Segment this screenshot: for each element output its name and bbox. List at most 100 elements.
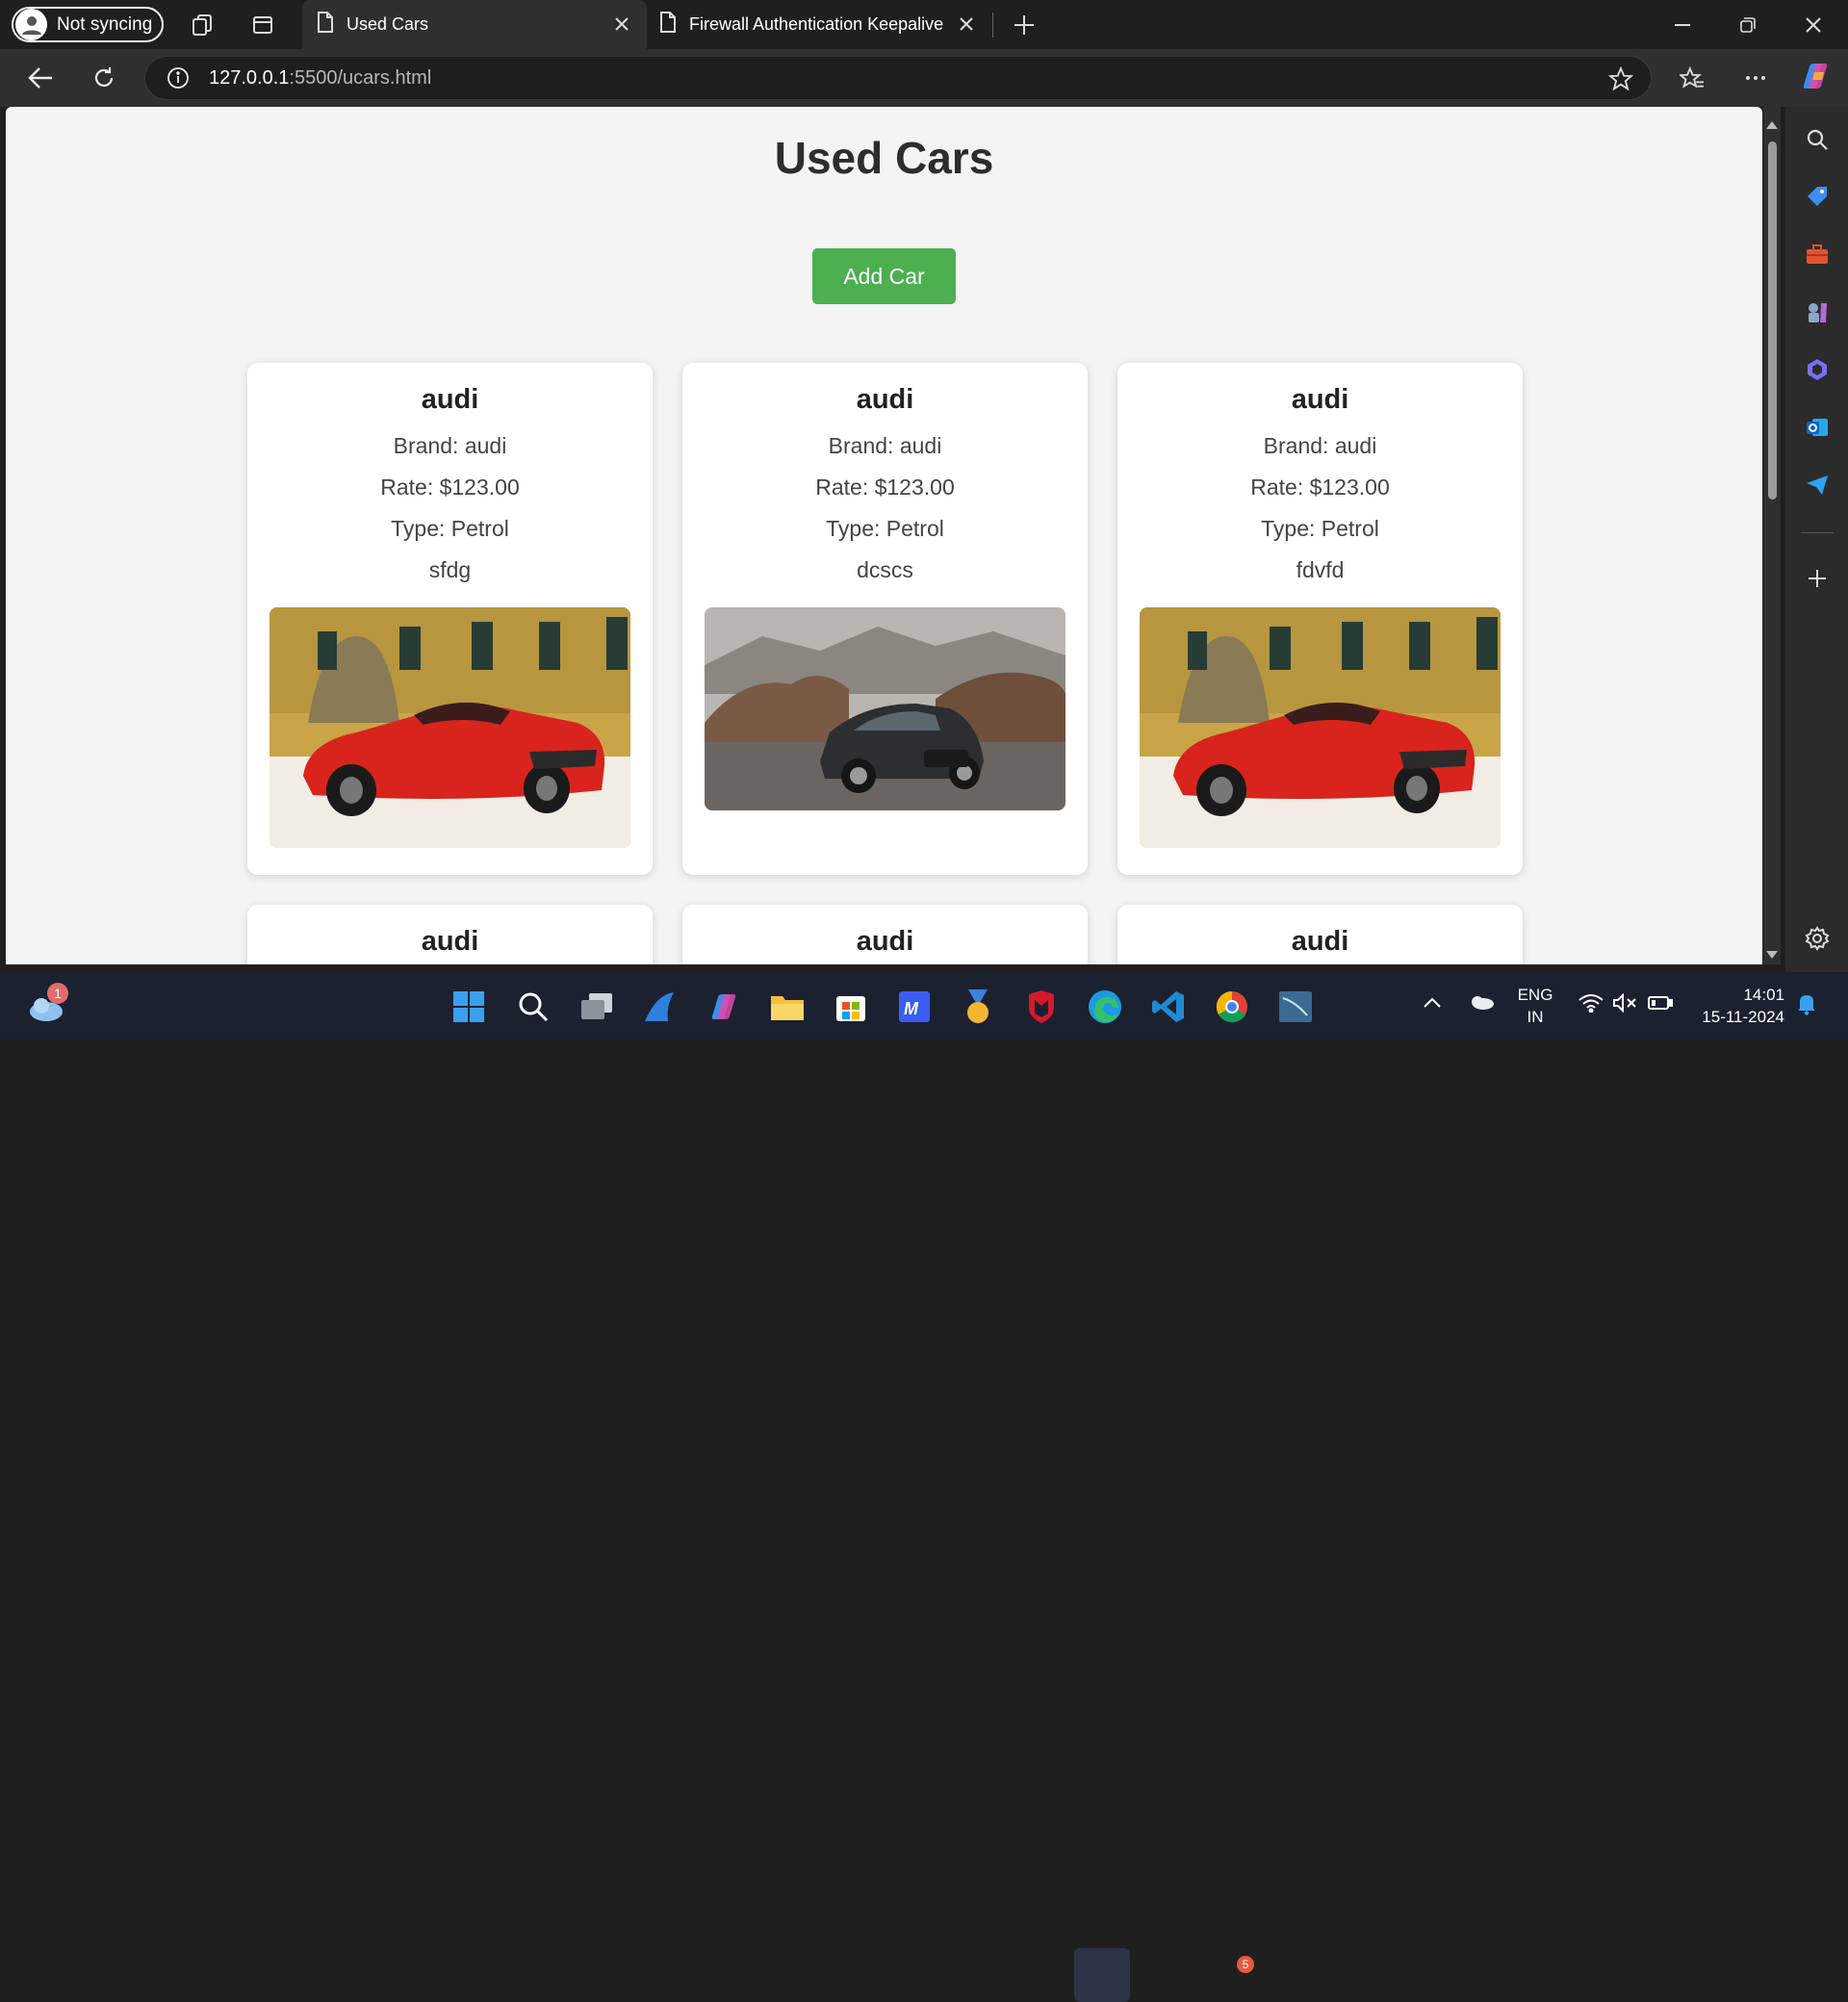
svg-text:M: M: [904, 999, 919, 1018]
shopping-tag-icon[interactable]: [1801, 180, 1834, 213]
tab-used-cars[interactable]: Used Cars: [302, 0, 647, 49]
minimize-icon[interactable]: [1650, 0, 1715, 49]
taskbar-search-icon[interactable]: [512, 986, 554, 1028]
scrollbar-thumb[interactable]: [1768, 141, 1777, 500]
language-code: ENG: [1517, 986, 1553, 1004]
edge-browser-icon[interactable]: [1084, 986, 1126, 1028]
car-name: audi: [421, 384, 479, 415]
tab-divider: [992, 13, 993, 38]
address-bar[interactable]: 127.0.0.1:5500/ucars.html: [144, 56, 1652, 100]
add-sidebar-app-icon[interactable]: [1801, 562, 1834, 595]
microsoft-store-icon[interactable]: [830, 986, 872, 1028]
games-icon[interactable]: [1801, 295, 1834, 328]
tab-title: Used Cars: [346, 14, 429, 34]
back-arrow-icon[interactable]: [21, 59, 60, 97]
car-type: Type: Petrol: [826, 516, 944, 541]
battery-icon[interactable]: [1648, 995, 1673, 1015]
info-icon[interactable]: [167, 66, 190, 90]
new-tab-icon[interactable]: [1009, 10, 1040, 40]
page-icon: [316, 11, 335, 38]
navigation-bar: 127.0.0.1:5500/ucars.html: [0, 49, 1848, 107]
app-shark-icon[interactable]: [639, 986, 681, 1028]
copilot-sidebar-icon[interactable]: [1801, 353, 1834, 386]
car-rate: Rate: $123.00: [380, 475, 520, 500]
browser-title-bar: Not syncing Used Cars Firewall Authentic…: [0, 0, 1848, 49]
edge-sidebar: [1785, 107, 1848, 972]
notification-bell-icon[interactable]: [1796, 992, 1817, 1020]
chrome-icon[interactable]: [1211, 986, 1253, 1028]
outlook-icon[interactable]: [1801, 411, 1834, 444]
windows-taskbar: 1 M 5 ENG IN 14:01 15-11-2024: [0, 972, 1848, 2002]
car-description: sfdg: [428, 557, 472, 582]
page-scrollbar[interactable]: [1763, 107, 1781, 964]
clock-time: 14:01: [1743, 986, 1784, 1004]
toolbox-icon[interactable]: [1801, 238, 1834, 270]
page-viewport: Used Cars Add Car audi Brand: audi Rate:…: [6, 107, 1762, 964]
active-app-highlight: [1074, 1948, 1130, 2002]
settings-gear-icon[interactable]: [1801, 922, 1834, 955]
search-icon[interactable]: [1801, 123, 1834, 156]
tab-title: Firewall Authentication Keepalive: [689, 14, 944, 34]
medal-app-icon[interactable]: [957, 986, 999, 1028]
car-name: audi: [421, 926, 479, 957]
clock[interactable]: 14:01 15-11-2024: [1688, 984, 1784, 1028]
close-tab-icon[interactable]: [610, 13, 633, 36]
profile-button[interactable]: Not syncing: [12, 7, 164, 42]
copilot-taskbar-icon[interactable]: [703, 986, 745, 1028]
car-card[interactable]: audi: [1117, 905, 1523, 964]
favorite-star-icon[interactable]: [1607, 65, 1634, 96]
scroll-down-icon[interactable]: [1766, 946, 1778, 963]
car-card[interactable]: audi Brand: audi Rate: $123.00 Type: Pet…: [1117, 363, 1523, 875]
url-text[interactable]: 127.0.0.1:5500/ucars.html: [209, 67, 431, 90]
task-view-icon[interactable]: [576, 986, 618, 1028]
mcafee-icon[interactable]: [1020, 986, 1063, 1028]
more-options-icon[interactable]: [1736, 59, 1775, 97]
chrome-badge: 5: [1237, 1956, 1254, 1973]
wifi-icon[interactable]: [1578, 993, 1604, 1017]
refresh-icon[interactable]: [85, 59, 123, 97]
show-hidden-icons-chevron-icon[interactable]: [1424, 995, 1441, 1013]
scroll-up-icon[interactable]: [1766, 116, 1778, 134]
car-image: [1140, 607, 1501, 848]
copilot-icon[interactable]: [1796, 57, 1835, 95]
profile-label: Not syncing: [57, 13, 153, 35]
add-car-button[interactable]: Add Car: [812, 248, 956, 304]
car-card[interactable]: audi Brand: audi Rate: $123.00 Type: Pet…: [247, 363, 653, 875]
onedrive-cloud-icon[interactable]: [1468, 993, 1495, 1015]
file-explorer-icon[interactable]: [766, 986, 808, 1028]
clock-date: 15-11-2024: [1702, 1008, 1784, 1026]
car-name: audi: [856, 926, 914, 957]
vscode-icon[interactable]: [1147, 986, 1190, 1028]
car-name: audi: [856, 384, 914, 415]
avatar: [15, 9, 47, 40]
start-windows-icon[interactable]: [448, 986, 490, 1028]
sidebar-divider: [1801, 532, 1834, 533]
page-title: Used Cars: [774, 133, 994, 183]
car-description: fdvfd: [1296, 557, 1345, 582]
region-code: IN: [1527, 1008, 1544, 1026]
tab-firewall[interactable]: Firewall Authentication Keepalive: [649, 0, 989, 49]
car-name: audi: [1291, 926, 1349, 957]
language-indicator[interactable]: ENG IN: [1513, 984, 1557, 1028]
page-icon: [658, 11, 678, 38]
speaker-muted-icon[interactable]: [1612, 992, 1637, 1017]
close-window-icon[interactable]: [1781, 0, 1846, 49]
restore-icon[interactable]: [1715, 0, 1781, 49]
close-tab-icon[interactable]: [955, 13, 978, 36]
car-brand: Brand: audi: [393, 433, 507, 458]
tab-actions-icon[interactable]: [247, 10, 278, 40]
app-ma-icon[interactable]: M: [893, 986, 936, 1028]
car-card[interactable]: audi: [682, 905, 1088, 964]
car-image: [270, 607, 630, 848]
workspaces-icon[interactable]: [187, 10, 218, 40]
weather-badge: 1: [47, 983, 68, 1004]
app-wireshark-icon[interactable]: [1274, 986, 1317, 1028]
car-type: Type: Petrol: [391, 516, 509, 541]
send-icon[interactable]: [1801, 469, 1834, 501]
car-description: dcscs: [857, 557, 913, 582]
car-name: audi: [1291, 384, 1349, 415]
car-rate: Rate: $123.00: [1250, 475, 1390, 500]
car-card[interactable]: audi: [247, 905, 653, 964]
car-card[interactable]: audi Brand: audi Rate: $123.00 Type: Pet…: [682, 363, 1088, 875]
favorites-icon[interactable]: [1673, 59, 1711, 97]
